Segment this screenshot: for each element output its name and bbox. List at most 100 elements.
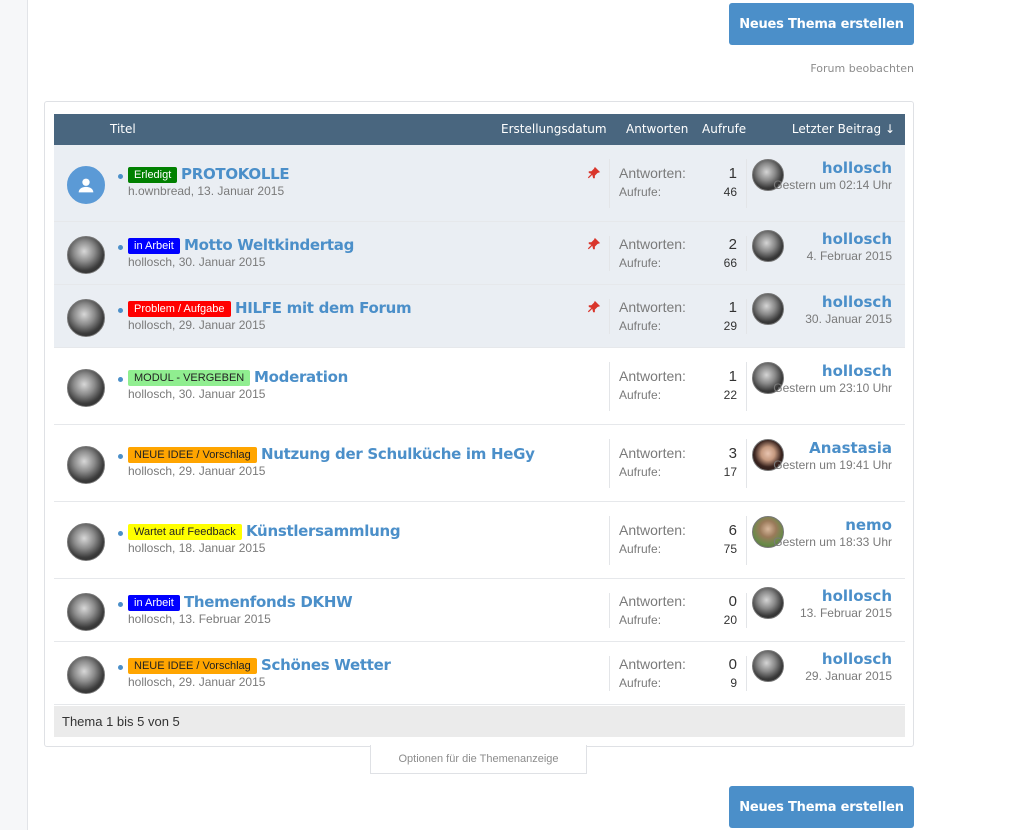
default-avatar-icon[interactable] <box>67 166 105 204</box>
thread-row[interactable]: Problem / Aufgabe HILFE mit dem Forum holl… <box>54 285 905 348</box>
thread-title-link[interactable]: Moderation <box>254 368 348 386</box>
thread-prefix-badge[interactable]: Wartet auf Feedback <box>128 524 242 540</box>
watch-forum-link[interactable]: Forum beobachten <box>810 62 914 75</box>
replies-count: 1 <box>728 368 737 385</box>
new-thread-button-bottom[interactable]: Neues Thema erstellen <box>729 786 914 828</box>
views-label: Aufrufe: <box>619 185 662 199</box>
last-post-date[interactable]: 4. Februar 2015 <box>772 248 892 264</box>
author-avatar[interactable] <box>67 656 105 694</box>
views-label: Aufrufe: <box>619 388 662 402</box>
views-count: 20 <box>723 613 737 627</box>
last-poster-name[interactable]: hollosch <box>822 650 892 668</box>
column-divider <box>609 236 610 271</box>
replies-label: Antworten: <box>619 165 686 181</box>
thread-title-link[interactable]: Künstlersammlung <box>246 522 401 540</box>
thread-row[interactable]: NEUE IDEE / Vorschlag Nutzung der Schulkü… <box>54 425 905 502</box>
views-count: 22 <box>723 388 737 402</box>
last-post-date[interactable]: 29. Januar 2015 <box>772 668 892 684</box>
last-post-date[interactable]: 30. Januar 2015 <box>772 311 892 327</box>
column-divider <box>746 439 747 488</box>
column-divider <box>746 593 747 628</box>
replies-count: 1 <box>728 165 737 182</box>
thread-title-link[interactable]: PROTOKOLLE <box>181 165 290 183</box>
last-poster-name[interactable]: Anastasia <box>809 439 892 457</box>
column-divider <box>746 362 747 411</box>
replies-count: 2 <box>728 236 737 253</box>
replies-count: 0 <box>728 656 737 673</box>
replies-count: 6 <box>728 522 737 539</box>
column-divider <box>609 516 610 565</box>
last-poster-name[interactable]: hollosch <box>822 159 892 177</box>
views-count: 29 <box>723 319 737 333</box>
thread-row[interactable]: Wartet auf Feedback Künstlersammlung hollo… <box>54 502 905 579</box>
replies-label: Antworten: <box>619 656 686 672</box>
col-header-created[interactable]: Erstellungsdatum <box>501 122 607 136</box>
thread-row[interactable]: MODUL - VERGEBEN Moderation hollosch, 30. … <box>54 348 905 425</box>
thread-prefix-badge[interactable]: Problem / Aufgabe <box>128 301 231 317</box>
thread-title-link[interactable]: Motto Weltkindertag <box>184 236 354 254</box>
thread-list-header: Titel Erstellungsdatum Antworten Aufrufe… <box>54 114 905 145</box>
col-header-views[interactable]: Aufrufe <box>702 122 746 136</box>
last-post-date[interactable]: Gestern um 23:10 Uhr <box>772 380 892 396</box>
thread-prefix-badge[interactable]: in Arbeit <box>128 595 180 611</box>
last-post-date[interactable]: Gestern um 19:41 Uhr <box>772 457 892 473</box>
thread-title-link[interactable]: Themenfonds DKHW <box>184 593 353 611</box>
author-avatar[interactable] <box>67 236 105 274</box>
unread-indicator <box>118 245 123 250</box>
pin-icon <box>587 236 601 250</box>
new-thread-button[interactable]: Neues Thema erstellen <box>729 3 914 45</box>
pin-icon <box>587 165 601 179</box>
column-divider <box>609 593 610 628</box>
author-avatar[interactable] <box>67 593 105 631</box>
thread-title-link[interactable]: Schönes Wetter <box>261 656 391 674</box>
last-post-date[interactable]: Gestern um 18:33 Uhr <box>772 534 892 550</box>
thread-prefix-badge[interactable]: NEUE IDEE / Vorschlag <box>128 447 257 463</box>
thread-display-options-button[interactable]: Optionen für die Themenanzeige <box>370 745 587 774</box>
unread-indicator <box>118 377 123 382</box>
thread-prefix-badge[interactable]: in Arbeit <box>128 238 180 254</box>
last-post-date[interactable]: 13. Februar 2015 <box>772 605 892 621</box>
last-poster-name[interactable]: hollosch <box>822 587 892 605</box>
replies-label: Antworten: <box>619 368 686 384</box>
last-poster-name[interactable]: hollosch <box>822 293 892 311</box>
column-divider <box>609 159 610 208</box>
column-divider <box>746 299 747 334</box>
thread-meta: hollosch, 29. Januar 2015 <box>128 464 266 478</box>
thread-prefix-badge[interactable]: MODUL - VERGEBEN <box>128 370 251 386</box>
views-label: Aufrufe: <box>619 676 662 690</box>
thread-meta: hollosch, 29. Januar 2015 <box>128 675 266 689</box>
col-header-replies[interactable]: Antworten <box>626 122 688 136</box>
thread-prefix-badge[interactable]: NEUE IDEE / Vorschlag <box>128 658 257 674</box>
column-divider <box>746 236 747 271</box>
author-avatar[interactable] <box>67 369 105 407</box>
views-count: 17 <box>723 465 737 479</box>
author-avatar[interactable] <box>67 299 105 337</box>
thread-row[interactable]: Erledigt PROTOKOLLE h.ownbread, 13. Januar… <box>54 145 905 222</box>
thread-rows: Erledigt PROTOKOLLE h.ownbread, 13. Januar… <box>54 145 905 705</box>
last-poster-name[interactable]: hollosch <box>822 362 892 380</box>
author-avatar[interactable] <box>67 446 105 484</box>
col-header-title[interactable]: Titel <box>110 122 136 136</box>
views-count: 46 <box>723 185 737 199</box>
views-count: 66 <box>723 256 737 270</box>
col-header-last-post[interactable]: Letzter Beitrag ↓ <box>792 122 895 136</box>
last-post-date[interactable]: Gestern um 02:14 Uhr <box>772 177 892 193</box>
last-poster-name[interactable]: hollosch <box>822 230 892 248</box>
replies-label: Antworten: <box>619 445 686 461</box>
thread-prefix-badge[interactable]: Erledigt <box>128 167 178 183</box>
unread-indicator <box>118 308 123 313</box>
views-count: 9 <box>730 676 737 690</box>
author-avatar[interactable] <box>67 523 105 561</box>
unread-indicator <box>118 174 123 179</box>
thread-title-link[interactable]: HILFE mit dem Forum <box>235 299 412 317</box>
unread-indicator <box>118 602 123 607</box>
thread-row[interactable]: in Arbeit Themenfonds DKHW hollosch, 13. F… <box>54 579 905 642</box>
pin-icon <box>587 299 601 313</box>
thread-row[interactable]: in Arbeit Motto Weltkindertag hollosch, 30… <box>54 222 905 285</box>
last-poster-name[interactable]: nemo <box>845 516 892 534</box>
column-divider <box>609 362 610 411</box>
column-divider <box>609 439 610 488</box>
thread-title-link[interactable]: Nutzung der Schulküche im HeGy <box>261 445 535 463</box>
thread-list-container: Titel Erstellungsdatum Antworten Aufrufe… <box>44 101 914 747</box>
thread-row[interactable]: NEUE IDEE / Vorschlag Schönes Wetter hollo… <box>54 642 905 705</box>
